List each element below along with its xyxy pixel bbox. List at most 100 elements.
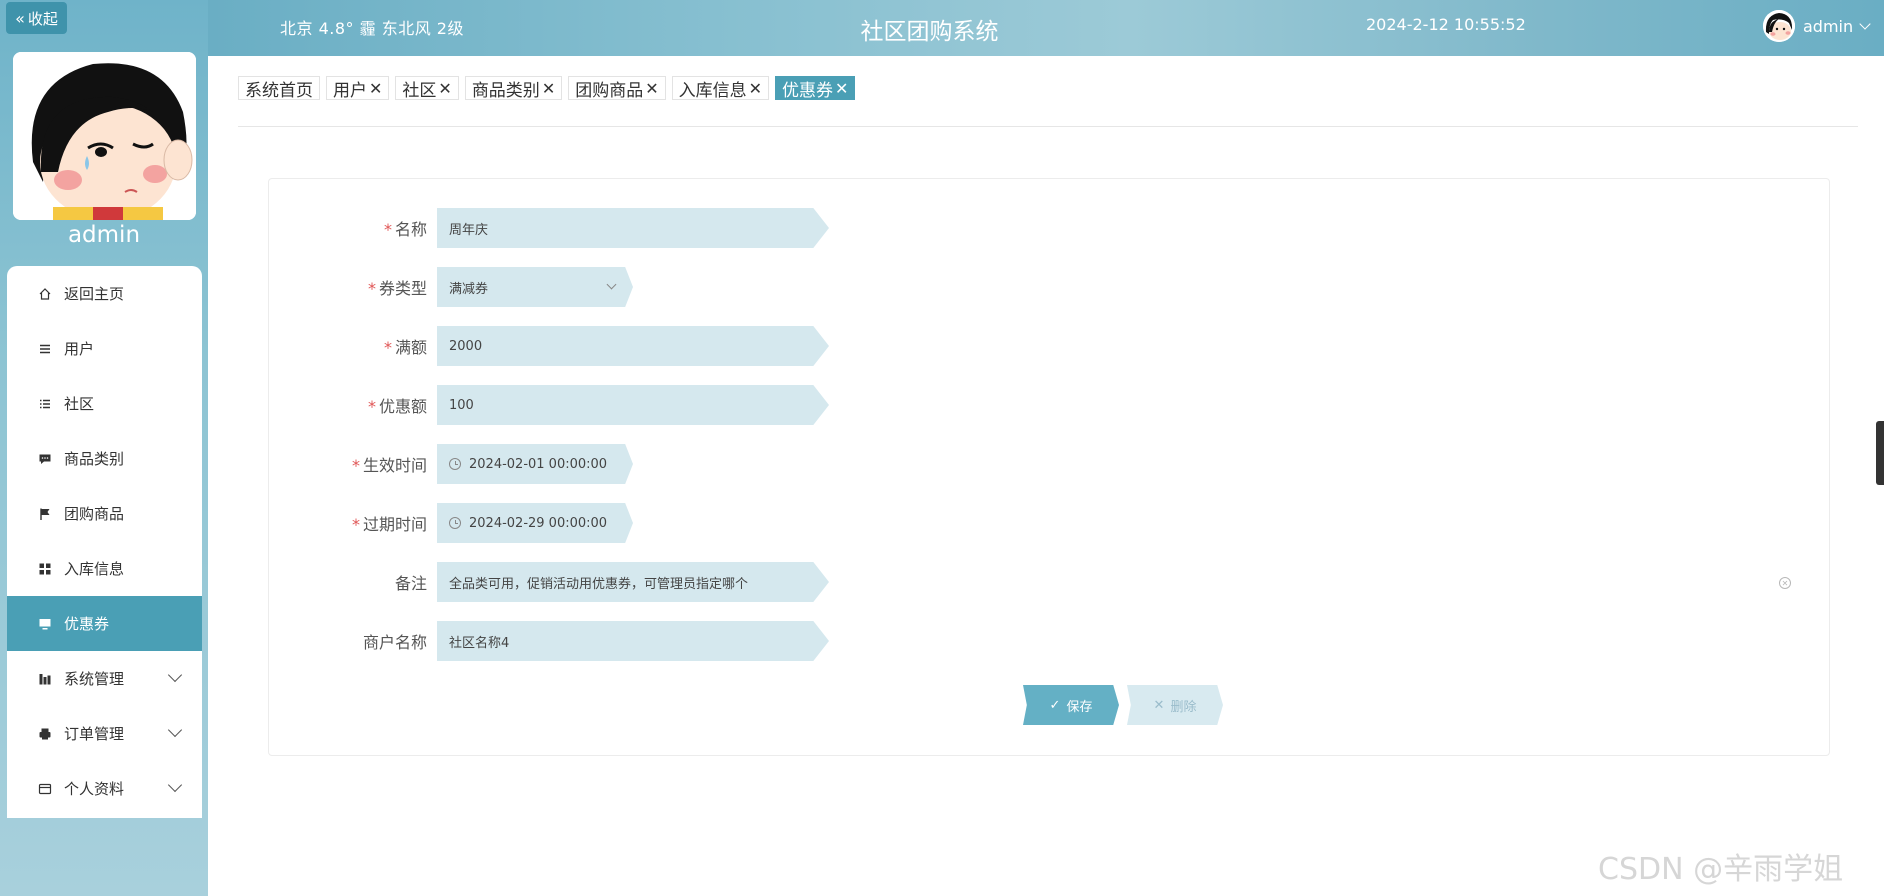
double-chevron-left-icon: « xyxy=(15,8,25,28)
sidebar-item-community[interactable]: 社区 xyxy=(7,376,202,431)
form-row-coupon-type: * 券类型 满减券 xyxy=(269,267,633,307)
close-icon[interactable]: ✕ xyxy=(438,79,451,98)
clear-icon[interactable]: ✕ xyxy=(1779,577,1791,589)
current-datetime: 2024-2-12 10:55:52 xyxy=(1366,15,1526,34)
clock-icon xyxy=(449,517,461,529)
close-icon[interactable]: ✕ xyxy=(369,79,382,98)
required-mark: * xyxy=(383,220,392,239)
save-button[interactable]: ✓ 保存 xyxy=(1023,685,1119,725)
form-row-name: * 名称 xyxy=(269,208,829,248)
start-time-picker[interactable]: 2024-02-01 00:00:00 xyxy=(437,444,633,484)
tab-stock[interactable]: 入库信息 ✕ xyxy=(671,76,770,101)
form-row-start-time: * 生效时间 2024-02-01 00:00:00 xyxy=(269,444,633,484)
merchant-field[interactable] xyxy=(437,621,829,661)
threshold-input[interactable] xyxy=(449,338,829,354)
form-row-remark: 备注 ✕ xyxy=(269,562,1829,602)
save-label: 保存 xyxy=(1066,699,1093,715)
sidebar-item-system[interactable]: 系统管理 xyxy=(7,651,202,706)
user-menu[interactable]: admin xyxy=(1763,10,1871,42)
close-icon[interactable]: ✕ xyxy=(835,79,848,98)
chevron-down-icon xyxy=(167,777,183,793)
scroll-handle[interactable] xyxy=(1876,421,1884,485)
tab-label: 系统首页 xyxy=(245,80,313,101)
avatar xyxy=(1763,10,1795,42)
sidebar-item-category[interactable]: 商品类别 xyxy=(7,431,202,486)
form-row-discount: * 优惠额 xyxy=(269,385,829,425)
tab-home[interactable]: 系统首页 xyxy=(238,76,320,101)
close-icon: ✕ xyxy=(1153,697,1165,713)
sidebar-item-orders[interactable]: 订单管理 xyxy=(7,706,202,761)
end-time-picker[interactable]: 2024-02-29 00:00:00 xyxy=(437,503,633,543)
clock-icon xyxy=(449,458,461,470)
delete-label: 删除 xyxy=(1170,699,1197,715)
chart-icon xyxy=(38,672,52,686)
sidebar-item-label: 用户 xyxy=(64,340,95,358)
discount-input[interactable] xyxy=(449,397,829,413)
remark-input[interactable] xyxy=(449,574,829,590)
field-label: * 券类型 xyxy=(367,279,427,298)
field-label: 商户名称 xyxy=(362,633,427,652)
field-label: 备注 xyxy=(394,574,427,593)
tab-label: 优惠券 xyxy=(782,80,834,101)
tab-label: 用户 xyxy=(333,80,367,101)
coupon-type-select[interactable]: 满减券 xyxy=(437,267,633,307)
divider xyxy=(238,126,1858,127)
threshold-field[interactable] xyxy=(437,326,829,366)
grid-icon xyxy=(38,562,52,576)
check-icon: ✓ xyxy=(1049,697,1061,713)
collapse-label: 收起 xyxy=(27,9,58,28)
coupon-form: *名称 *券类型 满减券 *满额 *优惠额 *生效时间 2024-02-01 0… xyxy=(268,178,1830,756)
required-mark: * xyxy=(351,456,360,475)
sidebar-item-label: 系统管理 xyxy=(64,670,125,688)
sidebar-item-label: 商品类别 xyxy=(64,450,125,468)
required-mark: * xyxy=(383,338,392,357)
close-icon[interactable]: ✕ xyxy=(749,79,762,98)
remark-field[interactable] xyxy=(437,562,829,602)
required-mark: * xyxy=(367,279,376,298)
cartoon-girl-avatar-image xyxy=(13,52,196,220)
sidebar-item-label: 优惠券 xyxy=(64,615,110,633)
header-username: admin xyxy=(1803,16,1854,36)
form-row-threshold: * 满额 xyxy=(269,326,829,366)
tab-label: 社区 xyxy=(402,80,437,101)
sidebar-item-profile[interactable]: 个人资料 xyxy=(7,761,202,816)
sidebar: « 收起 admin 返回主页 用户 社区 商品类别 团购商品 入库信息 优惠券… xyxy=(0,0,208,896)
close-icon[interactable]: ✕ xyxy=(542,79,555,98)
sidebar-item-home[interactable]: 返回主页 xyxy=(7,266,202,321)
sidebar-item-coupon[interactable]: 优惠券 xyxy=(7,596,202,651)
required-mark: * xyxy=(351,515,360,534)
tab-label: 团购商品 xyxy=(575,80,644,101)
sidebar-item-stock[interactable]: 入库信息 xyxy=(7,541,202,596)
delete-button[interactable]: ✕ 删除 xyxy=(1127,685,1223,725)
merchant-input[interactable] xyxy=(449,633,829,649)
form-row-merchant: 商户名称 xyxy=(269,621,829,661)
collapse-button[interactable]: « 收起 xyxy=(6,2,67,34)
sidebar-item-label: 订单管理 xyxy=(64,725,125,743)
tab-label: 商品类别 xyxy=(471,80,540,101)
close-icon[interactable]: ✕ xyxy=(645,79,658,98)
form-row-end-time: * 过期时间 2024-02-29 00:00:00 xyxy=(269,503,633,543)
tab-category[interactable]: 商品类别 ✕ xyxy=(464,76,563,101)
sidebar-menu: 返回主页 用户 社区 商品类别 团购商品 入库信息 优惠券 系统管理 订单管理 … xyxy=(7,266,202,818)
field-label: * 优惠额 xyxy=(367,397,427,416)
tab-group-goods[interactable]: 团购商品 ✕ xyxy=(568,76,666,101)
printer-icon xyxy=(38,727,52,741)
name-field[interactable] xyxy=(437,208,829,248)
coupon-type-value: 满减券 xyxy=(449,281,489,297)
tab-bar: 系统首页 用户 ✕ 社区 ✕ 商品类别 ✕ 团购商品 ✕ 入库信息 ✕ 优惠券 … xyxy=(238,76,856,101)
required-mark: * xyxy=(367,397,376,416)
name-input[interactable] xyxy=(449,220,829,236)
tab-coupon[interactable]: 优惠券 ✕ xyxy=(775,76,856,101)
list-icon xyxy=(38,342,52,356)
sidebar-item-users[interactable]: 用户 xyxy=(7,321,202,376)
discount-field[interactable] xyxy=(437,385,829,425)
tab-community[interactable]: 社区 ✕ xyxy=(395,76,459,101)
field-label: * 过期时间 xyxy=(351,515,427,534)
chevron-down-icon xyxy=(167,722,183,738)
list-indent-icon xyxy=(38,397,52,411)
profile-avatar xyxy=(13,52,196,220)
sidebar-item-group-goods[interactable]: 团购商品 xyxy=(7,486,202,541)
chevron-down-icon xyxy=(167,667,183,683)
field-label: * 名称 xyxy=(383,220,427,239)
tab-users[interactable]: 用户 ✕ xyxy=(326,76,390,101)
